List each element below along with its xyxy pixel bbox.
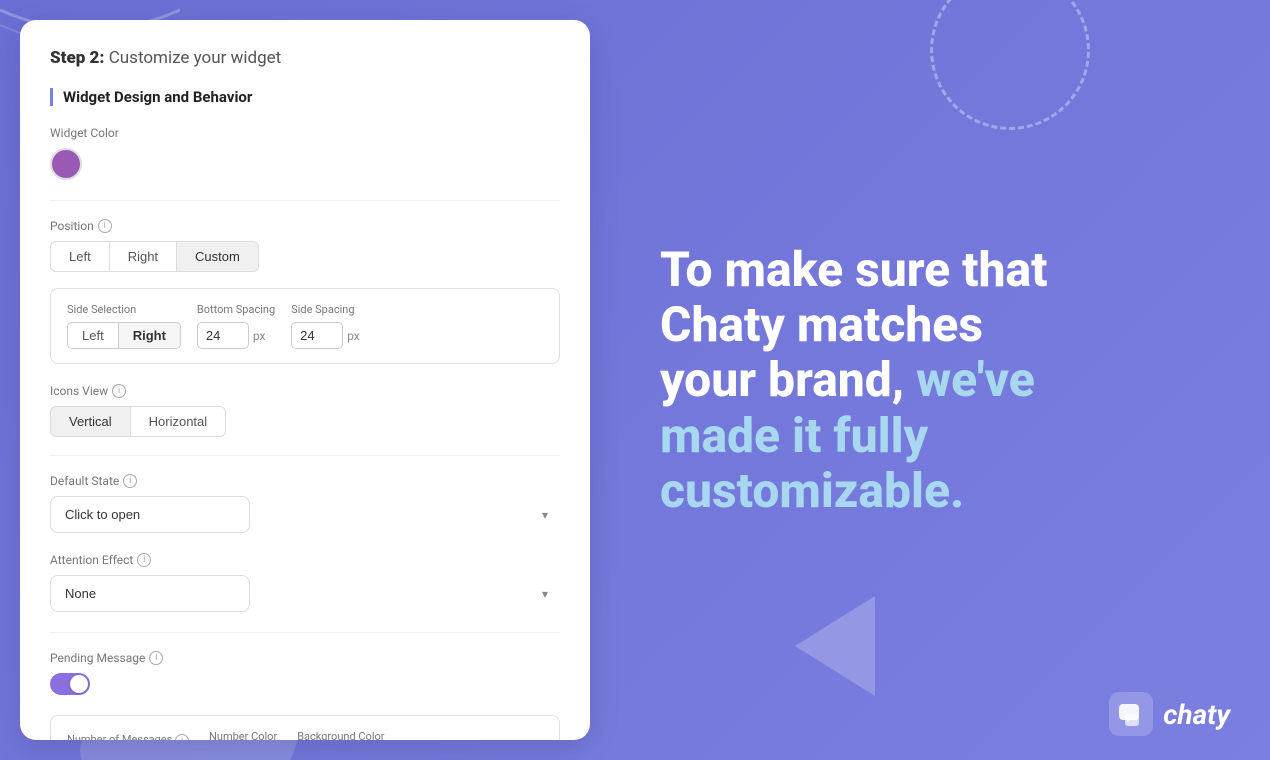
chaty-logo: chaty xyxy=(1109,692,1230,736)
hero-heading: To make sure that Chaty matches your bra… xyxy=(660,242,1210,518)
pending-message-toggle[interactable] xyxy=(50,673,90,695)
icons-vertical-btn[interactable]: Vertical xyxy=(50,406,131,437)
position-left-btn[interactable]: Left xyxy=(50,241,110,272)
default-state-dropdown-wrap: Click to open Always open Always closed … xyxy=(50,496,560,533)
chaty-icon xyxy=(1109,692,1153,736)
hero-section: To make sure that Chaty matches your bra… xyxy=(600,242,1270,518)
widget-color-swatch[interactable] xyxy=(50,148,82,180)
side-selection-label: Side Selection xyxy=(67,303,181,316)
widget-config-card: Step 2: Customize your widget Widget Des… xyxy=(20,20,590,740)
side-spacing-label: Side Spacing xyxy=(291,303,360,316)
chaty-name: chaty xyxy=(1163,698,1230,731)
num-messages-label: Number of Messages i xyxy=(67,733,189,741)
icons-view-btn-group: Vertical Horizontal xyxy=(50,406,560,437)
default-state-info-icon: i xyxy=(123,474,137,488)
position-right-btn[interactable]: Right xyxy=(110,241,177,272)
bottom-spacing-input[interactable] xyxy=(197,322,249,349)
pending-message-info-icon: i xyxy=(149,651,163,665)
side-left-btn[interactable]: Left xyxy=(67,322,119,349)
custom-position-box: Side Selection Left Right Bottom Spacing… xyxy=(50,288,560,364)
bg-color-label: Background Color xyxy=(297,730,384,740)
icons-view-label: Icons View i xyxy=(50,384,560,398)
deco-triangle xyxy=(795,596,875,700)
position-custom-btn[interactable]: Custom xyxy=(177,241,259,272)
icons-horizontal-btn[interactable]: Horizontal xyxy=(131,406,227,437)
pending-settings-box: Number of Messages i ▲ ▼ Number Color Ba… xyxy=(50,715,560,740)
num-messages-info-icon: i xyxy=(175,734,189,741)
side-right-btn[interactable]: Right xyxy=(119,322,181,349)
side-spacing-input[interactable] xyxy=(291,322,343,349)
attention-effect-dropdown-arrow: ▾ xyxy=(542,587,548,601)
number-color-label: Number Color xyxy=(209,730,277,740)
deco-circle xyxy=(930,0,1090,130)
side-px-label: px xyxy=(347,329,360,343)
bottom-px-label: px xyxy=(253,329,266,343)
side-btn-group: Left Right xyxy=(67,322,181,349)
position-btn-group: Left Right Custom xyxy=(50,241,560,272)
icons-view-info-icon: i xyxy=(112,384,126,398)
widget-color-label: Widget Color xyxy=(50,126,560,140)
bottom-spacing-label: Bottom Spacing xyxy=(197,303,275,316)
step-title: Step 2: Customize your widget xyxy=(50,48,560,68)
position-info-icon: i xyxy=(98,219,112,233)
default-state-label: Default State i xyxy=(50,474,560,488)
default-state-dropdown-arrow: ▾ xyxy=(542,508,548,522)
attention-effect-label: Attention Effect i xyxy=(50,553,560,567)
section-title: Widget Design and Behavior xyxy=(50,88,560,106)
position-label: Position i xyxy=(50,219,560,233)
attention-effect-info-icon: i xyxy=(137,553,151,567)
pending-message-toggle-wrap xyxy=(50,673,560,695)
pending-message-label: Pending Message i xyxy=(50,651,560,665)
default-state-dropdown[interactable]: Click to open Always open Always closed xyxy=(50,496,250,533)
attention-effect-dropdown-wrap: None Bounce Shake Pulse ▾ xyxy=(50,575,560,612)
attention-effect-dropdown[interactable]: None Bounce Shake Pulse xyxy=(50,575,250,612)
